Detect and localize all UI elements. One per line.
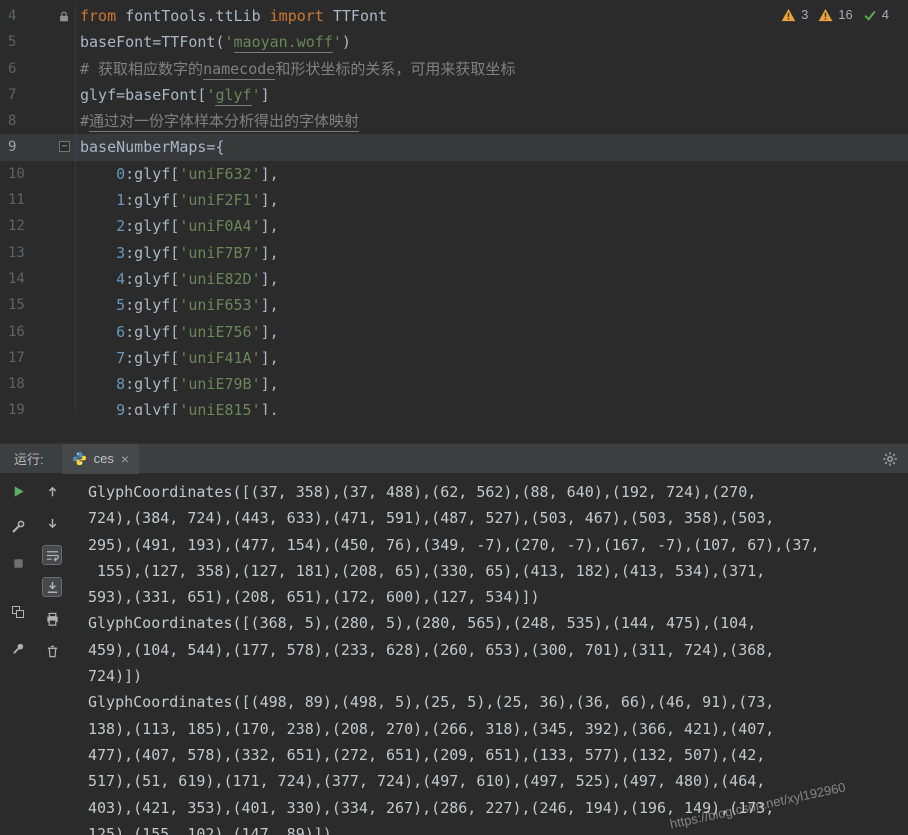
- passed-count: 4: [882, 7, 889, 22]
- code-text: 3:glyf['uniF7B7'],: [76, 240, 908, 266]
- code-text: 8:glyf['uniE79B'],: [76, 371, 908, 397]
- warning-icon: [818, 8, 833, 22]
- run-tab-title: ces: [94, 451, 114, 466]
- console-line: GlyphCoordinates([(498, 89),(498, 5),(25…: [88, 689, 908, 715]
- soft-wrap-icon[interactable]: [42, 545, 62, 565]
- gutter-line-number[interactable]: 4: [0, 3, 76, 29]
- restore-layout-icon[interactable]: [8, 602, 28, 622]
- editor-line[interactable]: 6# 获取相应数字的namecode和形状坐标的关系，可用来获取坐标: [0, 56, 908, 82]
- pin-icon[interactable]: [8, 638, 28, 658]
- gutter-line-number[interactable]: 10: [0, 161, 76, 187]
- editor-line[interactable]: 19 9:glyf['uniE815'],: [0, 397, 908, 415]
- console-line: 593),(331, 651),(208, 651),(172, 600),(1…: [88, 584, 908, 610]
- code-text: 1:glyf['uniF2F1'],: [76, 187, 908, 213]
- rerun-icon[interactable]: [8, 481, 28, 501]
- code-text: glyf=baseFont['glyf']: [76, 82, 908, 108]
- editor-line[interactable]: 9−baseNumberMaps={: [0, 134, 908, 160]
- code-text: 6:glyf['uniE756'],: [76, 319, 908, 345]
- code-text: 7:glyf['uniF41A'],: [76, 345, 908, 371]
- code-text: baseNumberMaps={: [76, 134, 908, 160]
- gutter-line-number[interactable]: 12: [0, 213, 76, 239]
- editor-line[interactable]: 18 8:glyf['uniE79B'],: [0, 371, 908, 397]
- stop-icon[interactable]: [8, 553, 28, 573]
- ok-check-icon: [863, 8, 877, 22]
- console-line: GlyphCoordinates([(37, 358),(37, 488),(6…: [88, 479, 908, 505]
- code-editor[interactable]: 4from fontTools.ttLib import TTFont5base…: [0, 0, 908, 415]
- gutter-line-number[interactable]: 11: [0, 187, 76, 213]
- console-toolbar-left: [8, 481, 28, 658]
- editor-line[interactable]: 15 5:glyf['uniF653'],: [0, 292, 908, 318]
- editor-line[interactable]: 8#通过对一份字体样本分析得出的字体映射: [0, 108, 908, 134]
- code-text: 4:glyf['uniE82D'],: [76, 266, 908, 292]
- code-text: # 获取相应数字的namecode和形状坐标的关系，可用来获取坐标: [76, 56, 908, 82]
- console-line: 125),(155, 102),(147, 89)]): [88, 821, 908, 835]
- code-text: 9:glyf['uniE815'],: [76, 397, 908, 415]
- python-icon: [72, 451, 87, 466]
- down-stack-icon[interactable]: [42, 513, 62, 533]
- editor-line[interactable]: 7glyf=baseFont['glyf']: [0, 82, 908, 108]
- gutter-line-number[interactable]: 16: [0, 319, 76, 345]
- run-panel-label: 运行:: [14, 449, 44, 468]
- editor-line[interactable]: 13 3:glyf['uniF7B7'],: [0, 240, 908, 266]
- editor-line[interactable]: 12 2:glyf['uniF0A4'],: [0, 213, 908, 239]
- gutter-line-number[interactable]: 19: [0, 397, 76, 415]
- gutter-line-number[interactable]: 17: [0, 345, 76, 371]
- fold-icon[interactable]: −: [59, 141, 70, 152]
- gutter-line-number[interactable]: 8: [0, 108, 76, 134]
- console-line: 724)]): [88, 663, 908, 689]
- run-tab-ces[interactable]: ces ×: [62, 444, 139, 474]
- gutter-line-number[interactable]: 13: [0, 240, 76, 266]
- inspections-widget[interactable]: 3 16 4: [781, 7, 894, 22]
- print-icon[interactable]: [42, 609, 62, 629]
- editor-lines: 4from fontTools.ttLib import TTFont5base…: [0, 0, 908, 415]
- console-line: GlyphCoordinates([(368, 5),(280, 5),(280…: [88, 610, 908, 636]
- code-text: 0:glyf['uniF632'],: [76, 161, 908, 187]
- run-panel-header: 运行: ces ×: [0, 443, 908, 473]
- warning-count: 3: [801, 7, 808, 22]
- editor-line[interactable]: 5baseFont=TTFont('maoyan.woff'): [0, 29, 908, 55]
- code-text: 5:glyf['uniF653'],: [76, 292, 908, 318]
- clear-icon[interactable]: [42, 641, 62, 661]
- gutter-line-number[interactable]: 6: [0, 56, 76, 82]
- console-output: GlyphCoordinates([(37, 358),(37, 488),(6…: [88, 479, 908, 835]
- gutter-line-number[interactable]: 7: [0, 82, 76, 108]
- console-line: 724),(384, 724),(443, 633),(471, 591),(4…: [88, 505, 908, 531]
- code-text: 2:glyf['uniF0A4'],: [76, 213, 908, 239]
- gutter-line-number[interactable]: 18: [0, 371, 76, 397]
- lock-icon: [57, 7, 72, 22]
- code-text: #通过对一份字体样本分析得出的字体映射: [76, 108, 908, 134]
- editor-line[interactable]: 16 6:glyf['uniE756'],: [0, 319, 908, 345]
- run-console[interactable]: GlyphCoordinates([(37, 358),(37, 488),(6…: [0, 473, 908, 835]
- build-wrench-icon[interactable]: [8, 517, 28, 537]
- console-line: 138),(113, 185),(170, 238),(208, 270),(2…: [88, 716, 908, 742]
- gutter-line-number[interactable]: 5: [0, 29, 76, 55]
- close-icon[interactable]: ×: [121, 452, 129, 466]
- console-line: 517),(51, 619),(171, 724),(377, 724),(49…: [88, 768, 908, 794]
- editor-line[interactable]: 14 4:glyf['uniE82D'],: [0, 266, 908, 292]
- editor-line[interactable]: 17 7:glyf['uniF41A'],: [0, 345, 908, 371]
- up-stack-icon[interactable]: [42, 481, 62, 501]
- editor-line[interactable]: 10 0:glyf['uniF632'],: [0, 161, 908, 187]
- editor-line[interactable]: 11 1:glyf['uniF2F1'],: [0, 187, 908, 213]
- gear-icon[interactable]: [882, 451, 898, 467]
- console-line: 477),(407, 578),(332, 651),(272, 651),(2…: [88, 742, 908, 768]
- warning-icon: [781, 8, 796, 22]
- editor-line[interactable]: 4from fontTools.ttLib import TTFont: [0, 3, 908, 29]
- console-line: 403),(421, 353),(401, 330),(334, 267),(2…: [88, 795, 908, 821]
- gutter-line-number[interactable]: 9−: [0, 134, 76, 160]
- warning-count: 16: [838, 7, 852, 22]
- console-line: 155),(127, 358),(127, 181),(208, 65),(33…: [88, 558, 908, 584]
- console-line: 459),(104, 544),(177, 578),(233, 628),(2…: [88, 637, 908, 663]
- console-line: 295),(491, 193),(477, 154),(450, 76),(34…: [88, 532, 908, 558]
- console-toolbar-right: [42, 481, 62, 661]
- gutter-line-number[interactable]: 14: [0, 266, 76, 292]
- code-text: baseFont=TTFont('maoyan.woff'): [76, 29, 908, 55]
- scroll-end-icon[interactable]: [42, 577, 62, 597]
- gutter-line-number[interactable]: 15: [0, 292, 76, 318]
